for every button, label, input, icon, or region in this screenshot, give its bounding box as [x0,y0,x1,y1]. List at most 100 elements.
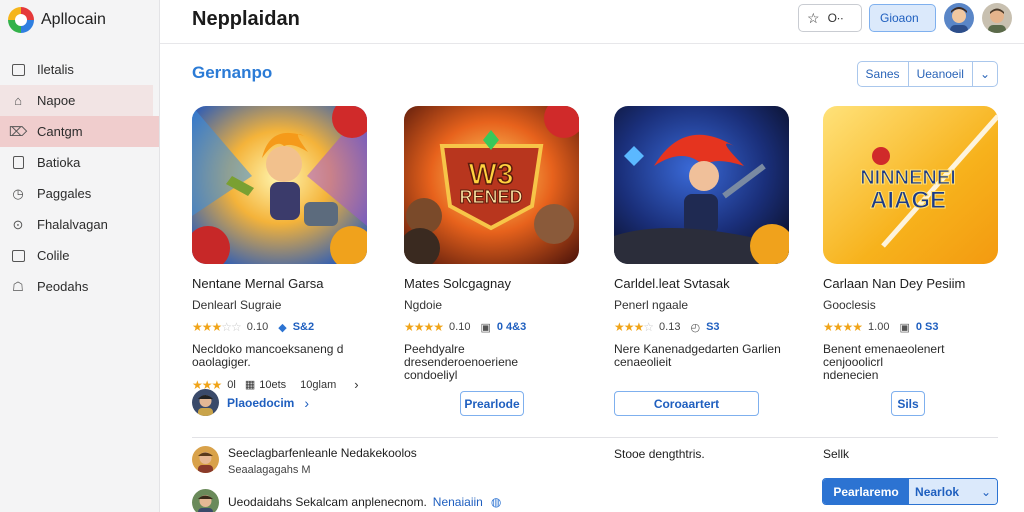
sidebar-item-label: Napoe [37,93,76,108]
rating-value: 0.13 [659,321,681,333]
divider [192,437,998,438]
app-name: Apllocain [41,11,106,28]
avatar [192,489,219,512]
game-subtitle: Penerl ngaale [614,298,689,312]
secondary-action-button[interactable]: Nearlok ⌄ [909,479,997,504]
game-thumbnail[interactable] [192,106,367,264]
sidebar-item-label: Fhalalvagan [37,217,108,232]
star-icon: ☆ [807,9,820,26]
list-icon [10,248,26,264]
page-icon [10,155,26,171]
avatar [192,389,219,416]
app-logo-icon [8,7,34,33]
game-card[interactable]: W3 RENED Mates Solcgagnay Ngdoie ★★★★ 0.… [404,106,582,382]
author-row[interactable]: Plaoedocim › [192,389,309,416]
game-thumbnail[interactable]: W3 RENED [404,106,579,264]
sidebar-nav: Iletalis ⌂ Napoe ⌦ Cantgm Batioka ◷ Pagg… [0,54,159,302]
avatar[interactable] [944,3,974,33]
game-description: Nere Kanenadgedarten Garlien cenaeolieit [614,342,781,369]
box-icon [10,62,26,78]
view-switcher: Sanes Ueanoeil ⌄ [856,61,998,87]
search-button-label: O∙∙ [827,11,844,25]
split-button: Pearlaremo Nearlok ⌄ [822,478,998,505]
tag-icon: ⌦ [8,123,28,139]
app-window: Apllocain Iletalis ⌂ Napoe ⌦ Cantgm Bati… [0,0,1024,512]
avatar [192,446,219,473]
favorite-search-button[interactable]: ☆ O∙∙ [798,4,862,32]
game-card[interactable]: Nentane Mernal Garsa Denlearl Sugraie ★★… [192,106,370,392]
svg-text:NINNENEI: NINNENEI [860,167,956,189]
game-subtitle: Ngdoie [404,298,443,312]
sidebar-item-colile[interactable]: Colile [0,240,159,271]
svg-text:RENED: RENED [459,187,522,207]
sidebar-item-napoe[interactable]: ⌂ Napoe [0,85,153,116]
star-rating-icon: ★★★☆☆ [192,320,242,334]
game-card[interactable]: NINNENEI AIAGE Carlaan Nan Dey Pesiim Go… [823,106,1001,382]
sidebar-item-cantgm[interactable]: ⌦ Cantgm [0,116,159,147]
brand[interactable]: Apllocain [0,0,159,40]
primary-action-label: Gioaon [880,11,919,25]
sidebar-item-label: Paggales [37,186,92,201]
avatar[interactable] [982,3,1012,33]
chevron-down-icon[interactable]: ⌄ [973,62,997,86]
grid-icon: ▣ [480,321,491,334]
sidebar-item-label: Colile [37,248,70,263]
list-item[interactable]: Seeclagbarfenleanle Nedakekoolos Seaalag… [192,446,417,476]
top-bar: Nepplaidan ☆ O∙∙ Gioaon [160,0,1024,44]
list-item-title: Ueodaidahs Sekalcam anplenecnom. [228,495,427,509]
game-subtitle: Denlearl Sugraie [192,298,282,312]
chevron-right-icon[interactable]: › [354,377,358,392]
sidebar-item-peodahs[interactable]: ☖ Peodahs [0,271,159,302]
sils-button[interactable]: Sils [891,391,925,416]
seg-button-left[interactable]: Sanes [858,62,909,86]
section-title: Gernanpo [192,63,273,82]
user-icon: ☖ [12,278,24,294]
game-title[interactable]: Nentane Mernal Garsa [192,276,370,291]
sidebar-item-paggales[interactable]: ◷ Paggales [0,178,159,209]
sidebar-item-iletalis[interactable]: Iletalis [0,54,159,85]
rating-row: ★★★☆ 0.13 ◴ S3 [614,320,792,334]
diamond-icon: ◆ [278,321,287,334]
star-rating-icon: ★★★★ [823,320,863,334]
primary-action-button[interactable]: Gioaon [869,4,936,32]
sidebar-item-label: Batioka [37,155,81,170]
preload-button[interactable]: Prearlode [460,391,524,416]
game-description: Necldoko mancoeksaneng d oaolagiger. [192,342,344,369]
game-title[interactable]: Carlaan Nan Dey Pesiim [823,276,1001,291]
game-title[interactable]: Carldel.leat Svtasak [614,276,792,291]
sidebar-item-label: Peodahs [37,279,89,294]
list-item-subtitle: Seaalagagahs M [228,464,311,476]
chevron-down-icon[interactable]: ⌄ [981,485,991,499]
clock-icon: ◴ [690,321,701,334]
list-item-link[interactable]: Nenaiaiin [433,495,483,509]
game-thumbnail[interactable] [614,106,789,264]
sidebar: Apllocain Iletalis ⌂ Napoe ⌦ Cantgm Bati… [0,0,160,512]
list-item[interactable]: Ueodaidahs Sekalcam anplenecnom. Nenaiai… [192,489,501,512]
game-title[interactable]: Mates Solcgagnay [404,276,582,291]
compare-button[interactable]: Coroaartert [614,391,759,416]
primary-action-button[interactable]: Pearlaremo [823,479,910,504]
author-link[interactable]: Plaoedocim [227,396,294,410]
rating-value: 0.10 [246,321,269,333]
list-item-status: Sellk [823,447,850,461]
globe-icon: ◍ [490,495,502,509]
game-thumbnail[interactable]: NINNENEI AIAGE [823,106,998,264]
game-subtitle: Gooclesis [823,298,876,312]
game-card[interactable]: Carldel.leat Svtasak Penerl ngaale ★★★☆ … [614,106,792,369]
download-count: 0 4&3 [496,321,527,333]
chevron-right-icon[interactable]: › [304,395,309,411]
grid-icon: ▣ [899,321,910,334]
svg-text:AIAGE: AIAGE [870,187,946,214]
sidebar-item-fhalalvagan[interactable]: ⊙ Fhalalvagan [0,209,159,240]
list-item-detail: Stooe dengthtris. [614,447,705,461]
rating-value: 0.10 [449,321,471,333]
download-count: S3 [706,321,720,333]
download-count: S&2 [292,321,315,333]
secondary-action-label: Nearlok [915,484,960,499]
sidebar-item-batioka[interactable]: Batioka [0,147,159,178]
game-description: Peehdyalre dresenderoenoeriene condoeliy… [404,342,519,382]
rating-row: ★★★★ 0.10 ▣ 0 4&3 [404,320,582,334]
page-title: Nepplaidan [192,8,300,30]
sidebar-item-label: Cantgm [37,124,83,139]
seg-button-right[interactable]: Ueanoeil [909,62,973,86]
